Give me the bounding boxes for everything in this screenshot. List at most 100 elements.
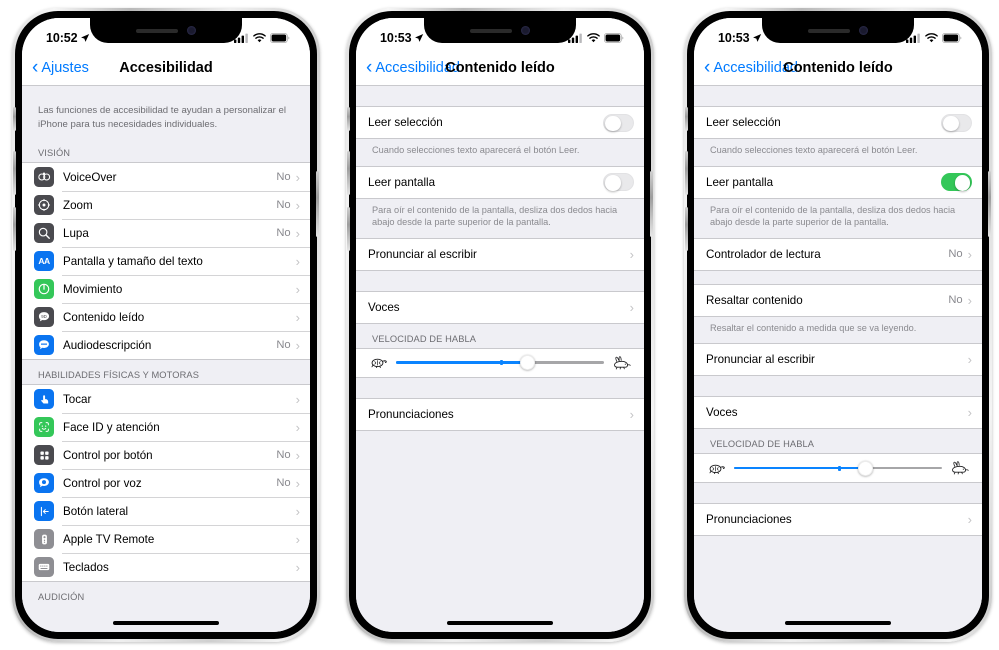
- power-button[interactable]: [316, 171, 319, 237]
- toggle-knob: [605, 115, 621, 131]
- row-speak-selection[interactable]: Leer selección: [694, 107, 982, 138]
- list-item-value: No: [276, 171, 291, 183]
- back-button-accesibilidad[interactable]: ‹ Accesibilidad: [366, 56, 460, 78]
- list-pronunciations: Pronunciaciones ›: [694, 503, 982, 536]
- list-item[interactable]: VoiceOver No ›: [22, 163, 310, 191]
- speak-selection-toggle[interactable]: [941, 113, 972, 132]
- speaking-rate-track[interactable]: [396, 355, 604, 371]
- speaking-rate-slider-row[interactable]: [356, 347, 644, 378]
- status-time: 10:53: [718, 30, 750, 45]
- row-voices[interactable]: Voces ›: [356, 292, 644, 323]
- power-button[interactable]: [650, 171, 653, 237]
- list-typing-feedback: Pronunciar al escribir ›: [356, 237, 644, 271]
- speak-screen-toggle[interactable]: [603, 173, 634, 191]
- row-pronunciations[interactable]: Pronunciaciones ›: [356, 399, 644, 430]
- settings-scroll-area[interactable]: Las funciones de accesibilidad te ayudan…: [22, 86, 310, 632]
- silent-switch[interactable]: [685, 107, 688, 131]
- slider-knob[interactable]: [857, 460, 873, 476]
- phone-device-spoken-content-off: 10:53 ‹ Accesibilidad Contenido leído Le…: [346, 8, 654, 642]
- speaking-rate-slider-row[interactable]: [694, 453, 982, 483]
- volume-down-button[interactable]: [13, 207, 16, 251]
- silent-switch[interactable]: [347, 107, 350, 131]
- chevron-right-icon: ›: [629, 299, 634, 315]
- list-pronunciations: Pronunciaciones ›: [356, 397, 644, 431]
- phone-screen: 10:52 ‹ Ajustes Accesibilidad Las funcio…: [22, 18, 310, 632]
- home-indicator[interactable]: [113, 621, 219, 625]
- list-item[interactable]: Face ID y atención ›: [22, 413, 310, 441]
- chevron-left-icon: ‹: [366, 56, 373, 78]
- screenshot-stage: 10:52 ‹ Ajustes Accesibilidad Las funcio…: [0, 0, 999, 650]
- row-label: Pronunciar al escribir: [706, 353, 815, 366]
- list-typing-feedback: Pronunciar al escribir ›: [694, 343, 982, 376]
- motion-icon: [34, 279, 54, 299]
- row-voices[interactable]: Voces ›: [694, 397, 982, 428]
- volume-down-button[interactable]: [347, 207, 350, 251]
- list-item[interactable]: Apple TV Remote ›: [22, 525, 310, 553]
- row-speak-screen[interactable]: Leer pantalla: [356, 167, 644, 198]
- list-item[interactable]: Audiodescripción No ›: [22, 331, 310, 359]
- volume-up-button[interactable]: [685, 151, 688, 195]
- power-button[interactable]: [988, 171, 991, 237]
- notch: [424, 18, 576, 43]
- volume-up-button[interactable]: [347, 151, 350, 195]
- svg-text:9D: 9D: [41, 314, 47, 319]
- row-pronunciations[interactable]: Pronunciaciones ›: [694, 504, 982, 535]
- list-voices: Voces ›: [694, 396, 982, 429]
- wifi-icon: [587, 32, 600, 42]
- list-item[interactable]: Tocar ›: [22, 385, 310, 413]
- keyboards-icon: [34, 557, 54, 577]
- switch-control-icon: [34, 445, 54, 465]
- voice-control-icon: [34, 473, 54, 493]
- status-time: 10:53: [380, 30, 412, 45]
- silent-switch[interactable]: [13, 107, 16, 131]
- location-arrow-icon: [753, 33, 762, 42]
- list-item[interactable]: AA Pantalla y tamaño del texto ›: [22, 247, 310, 275]
- row-typing-feedback[interactable]: Pronunciar al escribir ›: [356, 239, 644, 270]
- list-item-value: No: [276, 449, 291, 461]
- back-button-label: Ajustes: [41, 59, 89, 76]
- list-item-label: Control por botón: [63, 448, 153, 462]
- home-indicator[interactable]: [447, 621, 553, 625]
- status-bar-left: 10:53: [718, 31, 762, 45]
- list-item-label: Face ID y atención: [63, 420, 160, 434]
- magnifier-icon: [34, 223, 54, 243]
- list-speak-selection: Leer selección: [356, 106, 644, 139]
- spoken-content-icon: 9D: [34, 307, 54, 327]
- settings-scroll-area[interactable]: Leer selección Cuando selecciones texto …: [356, 86, 644, 632]
- phone-device-accessibility: 10:52 ‹ Ajustes Accesibilidad Las funcio…: [12, 8, 320, 642]
- settings-scroll-area[interactable]: Leer selección Cuando selecciones texto …: [694, 86, 982, 632]
- row-typing-feedback[interactable]: Pronunciar al escribir ›: [694, 344, 982, 375]
- list-item[interactable]: Lupa No ›: [22, 219, 310, 247]
- row-label: Leer pantalla: [368, 175, 436, 189]
- status-bar-left: 10:52: [46, 31, 90, 45]
- toggle-knob: [605, 175, 621, 191]
- home-indicator[interactable]: [785, 621, 891, 625]
- back-button-accesibilidad[interactable]: ‹ Accesibilidad: [704, 58, 798, 77]
- list-item[interactable]: Botón lateral ›: [22, 497, 310, 525]
- apple-tv-remote-icon: [34, 529, 54, 549]
- speak-selection-toggle[interactable]: [603, 113, 634, 132]
- slider-knob[interactable]: [519, 355, 535, 370]
- volume-down-button[interactable]: [685, 207, 688, 251]
- notch: [762, 18, 914, 43]
- list-item[interactable]: Control por botón No ›: [22, 441, 310, 469]
- list-item[interactable]: Control por voz No ›: [22, 469, 310, 497]
- volume-up-button[interactable]: [13, 151, 16, 195]
- row-highlight-content[interactable]: Resaltar contenido No ›: [694, 285, 982, 316]
- list-item[interactable]: Teclados ›: [22, 553, 310, 581]
- list-item-contenido-leido[interactable]: 9D Contenido leído ›: [22, 303, 310, 331]
- row-speech-controller[interactable]: Controlador de lectura No ›: [694, 239, 982, 270]
- list-item[interactable]: Zoom No ›: [22, 191, 310, 219]
- list-item-value: No: [276, 339, 291, 351]
- row-speak-selection[interactable]: Leer selección: [356, 107, 644, 138]
- speak-screen-toggle[interactable]: [941, 173, 972, 191]
- back-button-ajustes[interactable]: ‹ Ajustes: [32, 56, 89, 78]
- chevron-left-icon: ‹: [32, 56, 39, 78]
- list-item[interactable]: Movimiento ›: [22, 275, 310, 303]
- back-button-label: Accesibilidad: [713, 59, 798, 76]
- row-speak-screen[interactable]: Leer pantalla: [694, 167, 982, 198]
- speaking-rate-track[interactable]: [734, 460, 942, 476]
